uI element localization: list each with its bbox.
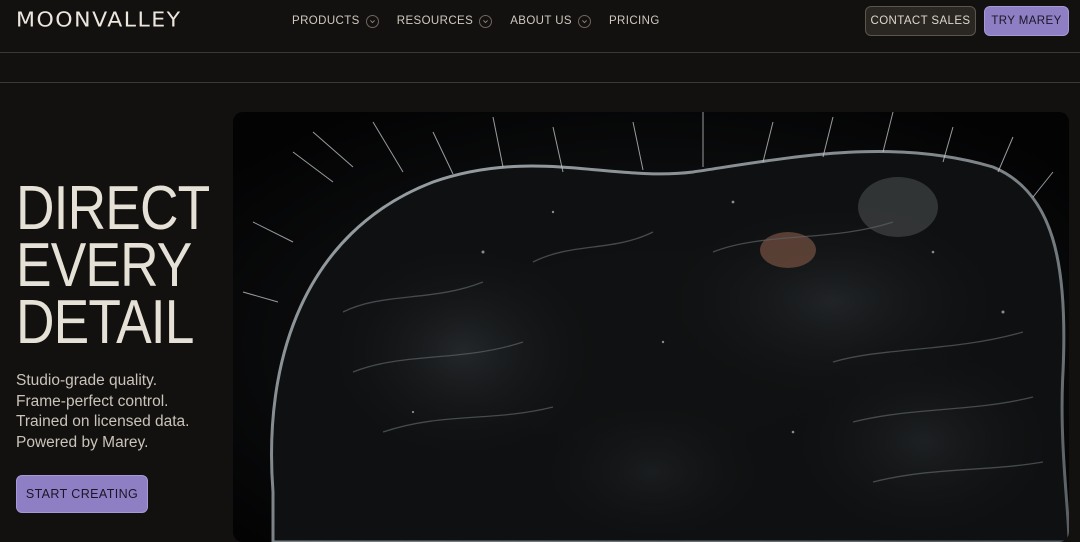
nav-item-pricing[interactable]: PRICING: [609, 13, 660, 29]
description-line: Trained on licensed data.: [16, 413, 190, 431]
chevron-down-icon: [365, 14, 379, 28]
secondary-bar: [0, 54, 1080, 83]
description-line: Studio-grade quality.: [16, 372, 158, 389]
start-creating-button[interactable]: START CREATING: [16, 475, 148, 513]
try-marey-button[interactable]: TRY MAREY: [984, 6, 1069, 36]
top-navigation: MOONVALLEY PRODUCTS RESOURCES ABOUT US P…: [0, 0, 1080, 53]
chevron-down-icon: [479, 14, 493, 28]
headline-line: DETAIL: [16, 288, 194, 357]
nav-item-label: PRICING: [608, 15, 660, 27]
hero-media-image: [233, 112, 1069, 542]
contact-sales-button[interactable]: CONTACT SALES: [865, 6, 976, 36]
nav-item-products[interactable]: PRODUCTS: [292, 13, 379, 29]
moonvalley-logo[interactable]: MOONVALLEY: [16, 9, 182, 32]
chevron-down-icon: [577, 14, 591, 28]
nav-item-resources[interactable]: RESOURCES: [396, 13, 493, 29]
nav-item-about-us[interactable]: ABOUT US: [510, 13, 591, 29]
nav-item-label: ABOUT US: [510, 15, 572, 27]
nav-item-label: PRODUCTS: [292, 15, 360, 27]
nav-item-label: RESOURCES: [396, 15, 474, 27]
description-line: Frame-perfect control.: [16, 392, 169, 410]
headline-line: DIRECT: [16, 174, 210, 243]
headline-line: EVERY: [16, 231, 192, 300]
main-nav: PRODUCTS RESOURCES ABOUT US PRICING: [292, 13, 660, 29]
description-line: Powered by Marey.: [16, 434, 149, 452]
close-up-creature-image: [233, 112, 1069, 542]
hero-description: Studio-grade quality. Frame-perfect cont…: [16, 371, 189, 454]
hero-headline: DIRECT EVERY DETAIL: [16, 174, 210, 357]
